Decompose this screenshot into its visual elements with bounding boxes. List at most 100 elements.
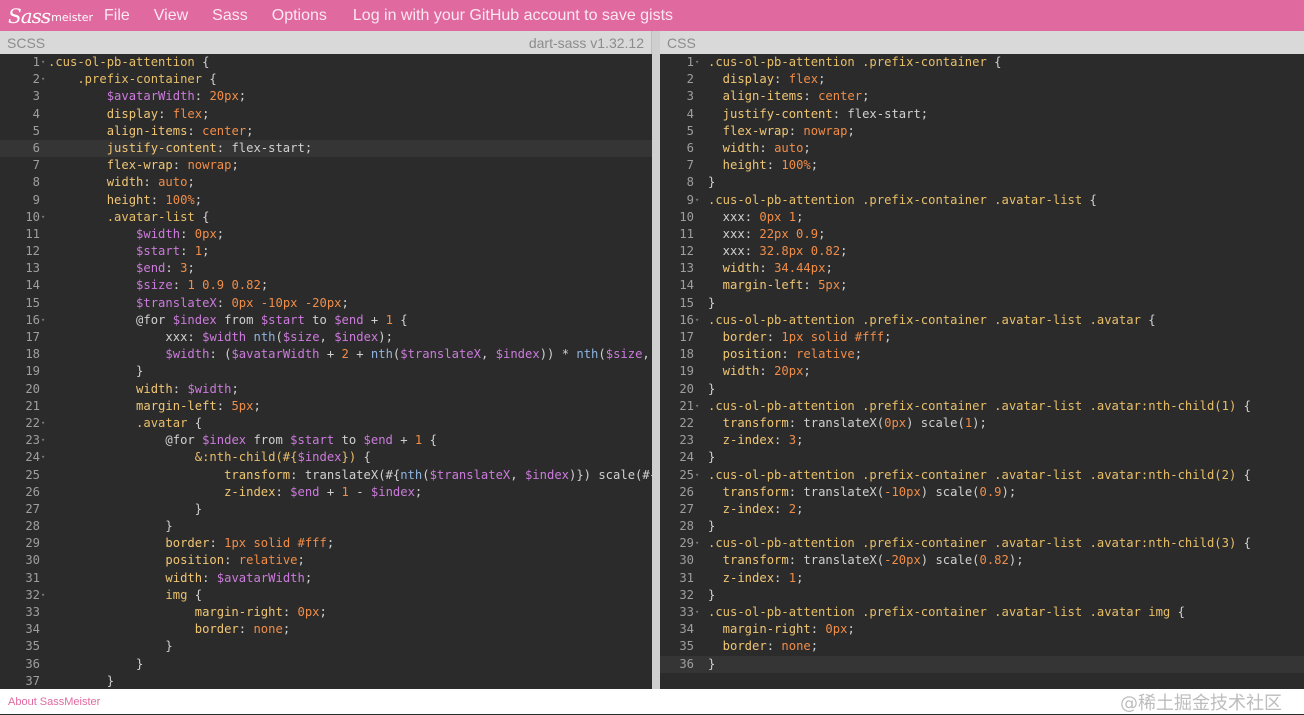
code-line[interactable]: 9 height: 100%; bbox=[0, 192, 652, 209]
fold-toggle-icon[interactable]: ▾ bbox=[695, 192, 702, 209]
fold-toggle-icon[interactable]: ▾ bbox=[695, 398, 702, 415]
code-line[interactable]: 25 ▾ .cus-ol-pb-attention .prefix-containe… bbox=[660, 467, 1304, 484]
code-line[interactable]: 3 $avatarWidth: 20px; bbox=[0, 88, 652, 105]
code-line[interactable]: 20 width: $width; bbox=[0, 381, 652, 398]
fold-toggle-icon[interactable]: ▾ bbox=[695, 467, 702, 484]
fold-toggle-icon[interactable]: ▾ bbox=[41, 432, 48, 449]
menu-sass[interactable]: Sass bbox=[212, 7, 248, 25]
code-line[interactable]: 29 ▾ .cus-ol-pb-attention .prefix-containe… bbox=[660, 535, 1304, 552]
scss-editor[interactable]: 1 ▾ .cus-ol-pb-attention {2 ▾ .prefix-conta… bbox=[0, 54, 652, 689]
code-line[interactable]: 1 ▾ .cus-ol-pb-attention { bbox=[0, 54, 652, 71]
code-line[interactable]: 27 } bbox=[0, 501, 652, 518]
code-line[interactable]: 21 margin-left: 5px; bbox=[0, 398, 652, 415]
code-line[interactable]: 24 ▾ &:nth-child(#{$index}) { bbox=[0, 449, 652, 466]
fold-toggle-icon[interactable]: ▾ bbox=[695, 604, 702, 621]
fold-toggle-icon[interactable]: ▾ bbox=[41, 449, 48, 466]
code-line[interactable]: 13 width: 34.44px; bbox=[660, 260, 1304, 277]
code-line[interactable]: 35 } bbox=[0, 638, 652, 655]
code-line[interactable]: 26 z-index: $end + 1 - $index; bbox=[0, 484, 652, 501]
code-line[interactable]: 25 transform: translateX(#{nth($translat… bbox=[0, 467, 652, 484]
code-line[interactable]: 30 transform: translateX(-20px) scale(0.… bbox=[660, 552, 1304, 569]
line-number: 13 bbox=[25, 261, 40, 276]
fold-toggle-icon[interactable]: ▾ bbox=[41, 587, 48, 604]
code-line[interactable]: 33 ▾ .cus-ol-pb-attention .prefix-containe… bbox=[660, 604, 1304, 621]
code-line[interactable]: 8 width: auto; bbox=[0, 174, 652, 191]
code-line[interactable]: 9 ▾ .cus-ol-pb-attention .prefix-container… bbox=[660, 192, 1304, 209]
fold-toggle-icon[interactable]: ▾ bbox=[41, 209, 48, 226]
code-line[interactable]: 14 $size: 1 0.9 0.82; bbox=[0, 277, 652, 294]
code-line[interactable]: 10 ▾ .avatar-list { bbox=[0, 209, 652, 226]
code-line[interactable]: 24} bbox=[660, 449, 1304, 466]
about-sassmeister-link[interactable]: About SassMeister bbox=[8, 696, 100, 708]
code-line[interactable]: 23 ▾ @for $index from $start to $end + 1 … bbox=[0, 432, 652, 449]
code-line[interactable]: 5 flex-wrap: nowrap; bbox=[660, 123, 1304, 140]
css-output-editor[interactable]: 1 ▾ .cus-ol-pb-attention .prefix-container… bbox=[660, 54, 1304, 689]
code-line[interactable]: 21 ▾ .cus-ol-pb-attention .prefix-containe… bbox=[660, 398, 1304, 415]
code-line[interactable]: 13 $end: 3; bbox=[0, 260, 652, 277]
code-line[interactable]: 31 width: $avatarWidth; bbox=[0, 570, 652, 587]
code-line[interactable]: 30 position: relative; bbox=[0, 552, 652, 569]
code-line[interactable]: 34 border: none; bbox=[0, 621, 652, 638]
code-line[interactable]: 16 ▾ @for $index from $start to $end + 1 … bbox=[0, 312, 652, 329]
code-line[interactable]: 17 border: 1px solid #fff; bbox=[660, 329, 1304, 346]
code-line[interactable]: 2 ▾ .prefix-container { bbox=[0, 71, 652, 88]
code-line[interactable]: 22 ▾ .avatar { bbox=[0, 415, 652, 432]
code-line[interactable]: 18 position: relative; bbox=[660, 346, 1304, 363]
code-line[interactable]: 28} bbox=[660, 518, 1304, 535]
code-line[interactable]: 32} bbox=[660, 587, 1304, 604]
code-line[interactable]: 12 $start: 1; bbox=[0, 243, 652, 260]
code-line[interactable]: 3 align-items: center; bbox=[660, 88, 1304, 105]
sassmeister-logo[interactable]: Sass meister bbox=[0, 0, 93, 31]
fold-toggle-icon[interactable]: ▾ bbox=[41, 312, 48, 329]
code-line[interactable]: 37 } bbox=[0, 673, 652, 689]
code-line[interactable]: 6 width: auto; bbox=[660, 140, 1304, 157]
code-line[interactable]: 14 margin-left: 5px; bbox=[660, 277, 1304, 294]
code-line[interactable]: 26 transform: translateX(-10px) scale(0.… bbox=[660, 484, 1304, 501]
fold-toggle-icon[interactable]: ▾ bbox=[695, 312, 702, 329]
code-line[interactable]: 36} bbox=[660, 655, 1304, 673]
menu-view[interactable]: View bbox=[154, 7, 188, 25]
code-line[interactable]: 5 align-items: center; bbox=[0, 123, 652, 140]
code-line[interactable]: 2 display: flex; bbox=[660, 71, 1304, 88]
menu-file[interactable]: File bbox=[104, 7, 130, 25]
code-line[interactable]: 15 $translateX: 0px -10px -20px; bbox=[0, 295, 652, 312]
code-line[interactable]: 11 xxx: 22px 0.9; bbox=[660, 226, 1304, 243]
code-line[interactable]: 19 width: 20px; bbox=[660, 363, 1304, 380]
code-line[interactable]: 7 flex-wrap: nowrap; bbox=[0, 157, 652, 174]
code-line[interactable]: 34 margin-right: 0px; bbox=[660, 621, 1304, 638]
code-line[interactable]: 28 } bbox=[0, 518, 652, 535]
code-line[interactable]: 18 $width: ($avatarWidth + 2 + nth($tran… bbox=[0, 346, 652, 363]
fold-toggle-icon[interactable]: ▾ bbox=[41, 71, 48, 88]
code-line[interactable]: 23 z-index: 3; bbox=[660, 432, 1304, 449]
pane-resize-handle[interactable] bbox=[652, 31, 660, 689]
code-line[interactable]: 29 border: 1px solid #fff; bbox=[0, 535, 652, 552]
code-line[interactable]: 20} bbox=[660, 381, 1304, 398]
code-line[interactable]: 1 ▾ .cus-ol-pb-attention .prefix-container… bbox=[660, 54, 1304, 71]
code-line[interactable]: 10 xxx: 0px 1; bbox=[660, 209, 1304, 226]
code-line[interactable]: 15} bbox=[660, 295, 1304, 312]
fold-toggle-icon[interactable]: ▾ bbox=[41, 415, 48, 432]
code-line[interactable]: 7 height: 100%; bbox=[660, 157, 1304, 174]
fold-toggle-icon[interactable]: ▾ bbox=[41, 54, 48, 71]
code-line[interactable]: 4 justify-content: flex-start; bbox=[660, 106, 1304, 123]
code-line[interactable]: 27 z-index: 2; bbox=[660, 501, 1304, 518]
menu-options[interactable]: Options bbox=[272, 7, 327, 25]
code-line[interactable]: 33 margin-right: 0px; bbox=[0, 604, 652, 621]
code-line[interactable]: 22 transform: translateX(0px) scale(1); bbox=[660, 415, 1304, 432]
fold-toggle-icon[interactable]: ▾ bbox=[695, 535, 702, 552]
code-line[interactable]: 16 ▾ .cus-ol-pb-attention .prefix-containe… bbox=[660, 312, 1304, 329]
code-line[interactable]: 12 xxx: 32.8px 0.82; bbox=[660, 243, 1304, 260]
code-line[interactable]: 19 } bbox=[0, 363, 652, 380]
code-line[interactable]: 8} bbox=[660, 174, 1304, 191]
compiler-version[interactable]: dart-sass v1.32.12 bbox=[529, 35, 644, 51]
code-line[interactable]: 11 $width: 0px; bbox=[0, 226, 652, 243]
fold-toggle-icon[interactable]: ▾ bbox=[695, 54, 702, 71]
code-line[interactable]: 17 xxx: $width nth($size, $index); bbox=[0, 329, 652, 346]
code-line[interactable]: 32 ▾ img { bbox=[0, 587, 652, 604]
github-login-link[interactable]: Log in with your GitHub account to save … bbox=[353, 7, 673, 25]
code-line[interactable]: 36 } bbox=[0, 656, 652, 673]
code-line[interactable]: 31 z-index: 1; bbox=[660, 570, 1304, 587]
code-line[interactable]: 4 display: flex; bbox=[0, 106, 652, 123]
code-line[interactable]: 35 border: none; bbox=[660, 638, 1304, 655]
code-line[interactable]: 6 justify-content: flex-start; bbox=[0, 139, 652, 158]
